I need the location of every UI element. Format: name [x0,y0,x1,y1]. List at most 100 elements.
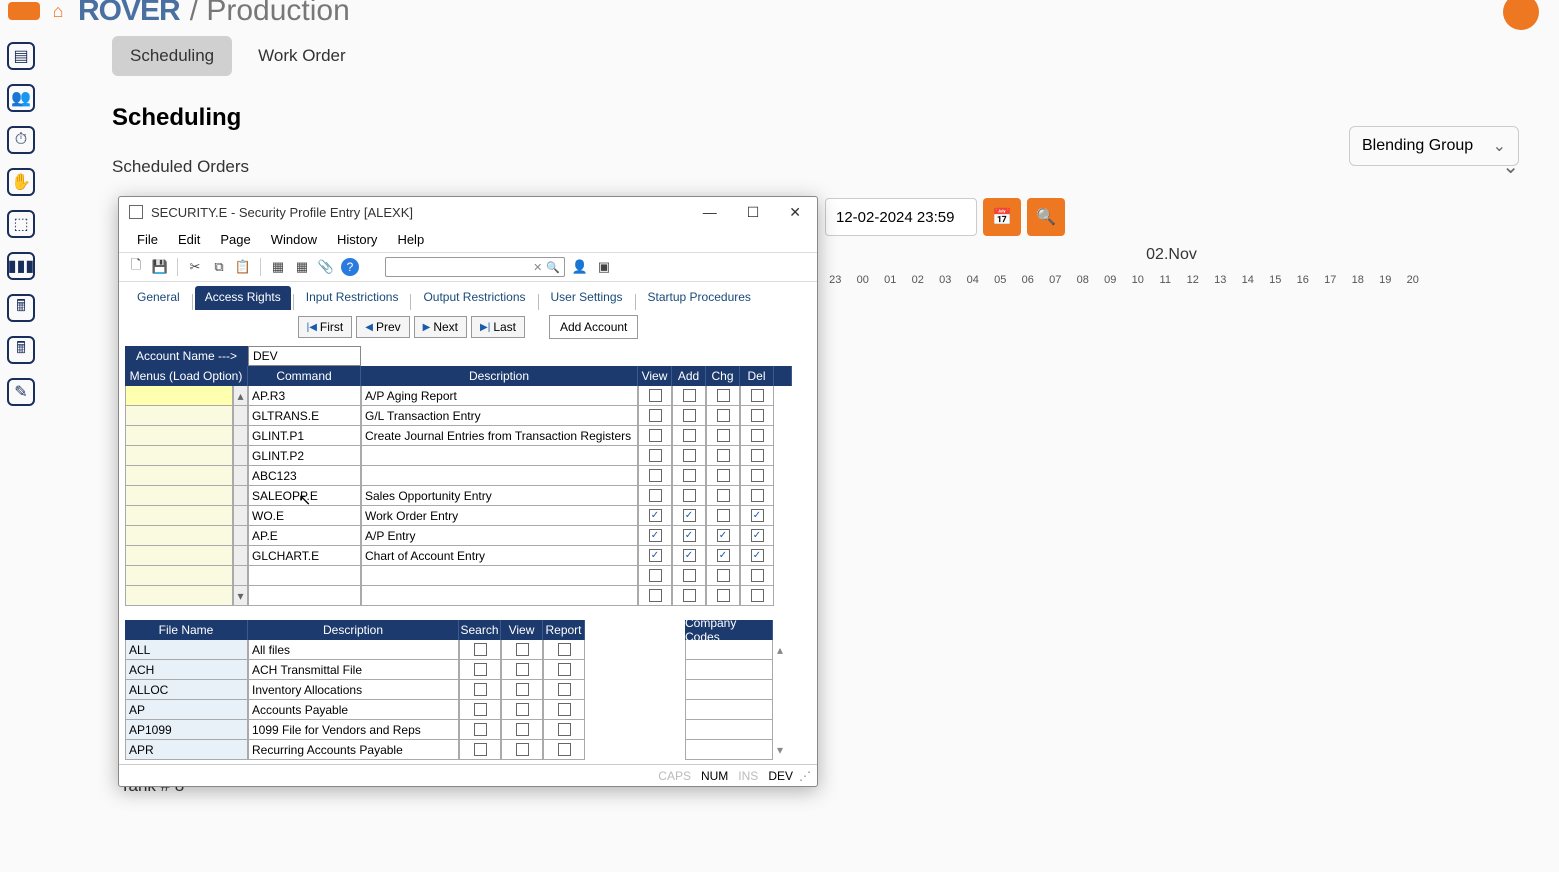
subtab-output-restrictions[interactable]: Output Restrictions [413,286,535,310]
fcol-description[interactable]: Description [248,620,459,640]
nav-people-icon[interactable]: 👥 [7,84,35,112]
calendar-button[interactable]: 📅 [983,198,1021,236]
checkbox[interactable] [649,469,662,482]
checkbox[interactable] [717,409,730,422]
checkbox[interactable] [717,389,730,402]
table-row[interactable]: ACHACH Transmittal File [125,660,811,680]
scroll-up-icon[interactable]: ▴ [233,386,248,406]
layout-icon[interactable]: ▣ [595,258,613,276]
attach-icon[interactable]: 📎 [317,258,335,276]
nav-calc2-icon[interactable]: 🖩 [7,336,35,364]
table-row[interactable]: ABC123 [125,466,811,486]
subtab-user-settings[interactable]: User Settings [541,286,633,310]
table-row[interactable]: WO.EWork Order Entry✓✓✓ [125,506,811,526]
checkbox[interactable] [683,449,696,462]
subtab-input-restrictions[interactable]: Input Restrictions [296,286,409,310]
table-row[interactable]: APRRecurring Accounts Payable▾ [125,740,811,760]
checkbox[interactable] [474,663,487,676]
checkbox[interactable] [751,469,764,482]
checkbox[interactable]: ✓ [683,529,696,542]
checkbox[interactable] [474,683,487,696]
checkbox[interactable] [683,569,696,582]
checkbox[interactable] [649,449,662,462]
dialog-titlebar[interactable]: SECURITY.E - Security Profile Entry [ALE… [119,197,817,227]
checkbox[interactable]: ✓ [751,549,764,562]
checkbox[interactable] [683,489,696,502]
tab-work-order[interactable]: Work Order [240,36,364,76]
next-button[interactable]: ▶Next [414,316,467,338]
checkbox[interactable] [474,643,487,656]
col-command[interactable]: Command [248,366,361,386]
checkbox[interactable] [751,389,764,402]
table-row[interactable]: GLINT.P1Create Journal Entries from Tran… [125,426,811,446]
checkbox[interactable]: ✓ [717,529,730,542]
checkbox[interactable] [717,489,730,502]
checkbox[interactable] [751,429,764,442]
close-button[interactable]: ✕ [783,202,807,223]
table-row[interactable]: AP.EA/P Entry✓✓✓✓ [125,526,811,546]
table-row[interactable]: ▾ [125,586,811,606]
nav-calculator-icon[interactable]: 🖩 [7,294,35,322]
nav-box-icon[interactable]: ⬚ [7,210,35,238]
checkbox[interactable] [751,589,764,602]
checkbox[interactable]: ✓ [683,509,696,522]
checkbox[interactable] [474,743,487,756]
nav-barcode-icon[interactable]: ▮▮▮ [7,252,35,280]
table-row[interactable]: AP10991099 File for Vendors and Reps [125,720,811,740]
checkbox[interactable]: ✓ [683,549,696,562]
table-row[interactable] [125,566,811,586]
grid-icon[interactable]: ▦ [269,258,287,276]
table-row[interactable]: GLTRANS.EG/L Transaction Entry [125,406,811,426]
col-view[interactable]: View [638,366,672,386]
nav-hand-coin-icon[interactable]: ✋ [7,168,35,196]
prev-button[interactable]: ◀Prev [356,316,409,338]
checkbox[interactable] [649,429,662,442]
checkbox[interactable] [558,723,571,736]
last-button[interactable]: ▶|Last [471,316,525,338]
brand-logo[interactable] [8,2,40,20]
menu-help[interactable]: Help [389,230,432,249]
checkbox[interactable] [717,449,730,462]
checkbox[interactable] [558,683,571,696]
col-description[interactable]: Description [361,366,638,386]
cut-icon[interactable]: ✂ [186,258,204,276]
fcol-filename[interactable]: File Name [125,620,248,640]
tab-scheduling[interactable]: Scheduling [112,36,232,76]
first-button[interactable]: |◀First [298,316,353,338]
checkbox[interactable] [474,703,487,716]
grid-x-icon[interactable]: ▦ [293,258,311,276]
maximize-button[interactable]: ☐ [741,202,766,223]
checkbox[interactable] [558,643,571,656]
checkbox[interactable] [649,409,662,422]
checkbox[interactable] [683,589,696,602]
table-row[interactable]: GLCHART.EChart of Account Entry✓✓✓✓ [125,546,811,566]
clear-icon[interactable]: ✕ [533,261,542,274]
table-row[interactable]: APAccounts Payable [125,700,811,720]
checkbox[interactable] [516,663,529,676]
scroll-down-icon[interactable]: ▾ [773,740,787,760]
checkbox[interactable] [474,723,487,736]
col-chg[interactable]: Chg [706,366,740,386]
table-row[interactable]: ALLOCInventory Allocations [125,680,811,700]
col-menus[interactable]: Menus (Load Option) [125,366,248,386]
menu-history[interactable]: History [329,230,385,249]
subtab-access-rights[interactable]: Access Rights [195,286,291,310]
checkbox[interactable] [649,569,662,582]
search-go-icon[interactable]: 🔍 [546,261,560,274]
checkbox[interactable] [649,489,662,502]
fcol-report[interactable]: Report [543,620,585,640]
checkbox[interactable] [751,409,764,422]
checkbox[interactable] [717,429,730,442]
checkbox[interactable] [751,569,764,582]
checkbox[interactable]: ✓ [649,549,662,562]
resize-grip-icon[interactable]: ⋰ [799,769,811,783]
minimize-button[interactable]: — [697,202,723,223]
checkbox[interactable]: ✓ [649,509,662,522]
checkbox[interactable] [558,663,571,676]
checkbox[interactable] [683,429,696,442]
group-select[interactable]: Blending Group ⌄ [1349,126,1519,166]
table-row[interactable]: SALEOPP.ESales Opportunity Entry [125,486,811,506]
checkbox[interactable] [717,569,730,582]
checkbox[interactable] [516,643,529,656]
filter-person-icon[interactable]: 👤 [571,258,589,276]
